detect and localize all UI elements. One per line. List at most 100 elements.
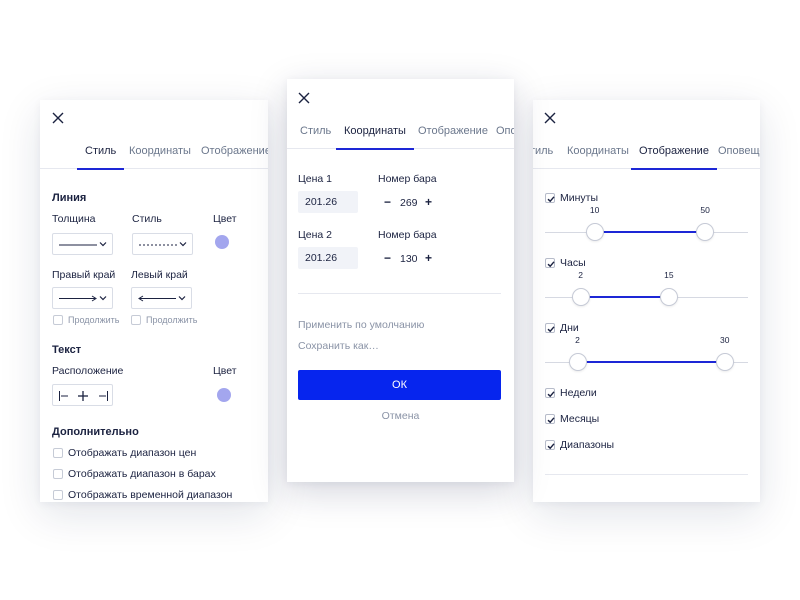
slider-max-handle[interactable] <box>696 223 715 241</box>
color-label: Цвет <box>213 213 237 225</box>
arrow-left-icon <box>138 295 176 302</box>
close-icon[interactable] <box>297 91 311 105</box>
solid-line-icon <box>59 244 97 246</box>
slider-fill <box>594 231 706 233</box>
price-2-input[interactable]: 201.26 <box>298 247 358 269</box>
tab-bar: Стиль Координаты Отображение <box>40 137 268 170</box>
slider-max-value: 50 <box>700 205 710 215</box>
tab-coordinates[interactable]: Координаты <box>567 137 629 169</box>
tab-style[interactable]: Стиль <box>533 137 553 169</box>
tab-bar: Стиль Координаты Отображение Опо <box>287 117 514 150</box>
chevron-down-icon <box>177 292 187 304</box>
tab-display[interactable]: Отображение <box>418 117 488 149</box>
slider-fill <box>580 296 669 298</box>
slider-max-value: 15 <box>664 270 674 280</box>
text-color-label: Цвет <box>213 365 237 377</box>
show-bar-range-checkbox[interactable] <box>53 469 63 479</box>
arrow-right-icon <box>59 295 97 302</box>
extend-left-checkbox[interactable] <box>131 315 141 325</box>
thickness-label: Толщина <box>52 213 96 225</box>
cancel-button[interactable]: Отмена <box>287 410 514 422</box>
months-checkbox[interactable] <box>545 414 555 424</box>
bar-2-decrement-button[interactable]: − <box>384 252 391 264</box>
bar-number-2-label: Номер бара <box>378 229 437 241</box>
days-checkbox[interactable] <box>545 323 555 333</box>
close-icon[interactable] <box>543 111 557 125</box>
slider-max-handle[interactable] <box>659 288 678 306</box>
price-1-label: Цена 1 <box>298 173 333 185</box>
ranges-label: Диапазоны <box>560 439 615 451</box>
slider-max-handle[interactable] <box>715 353 734 371</box>
align-center-icon[interactable] <box>77 390 89 402</box>
check-icon <box>546 415 556 425</box>
chevron-down-icon <box>98 238 108 250</box>
tab-bar: Стиль Координаты Отображение Оповещения <box>533 137 760 170</box>
apply-default-link[interactable]: Применить по умолчанию <box>298 319 424 331</box>
left-edge-dropdown[interactable] <box>131 287 192 309</box>
align-left-icon[interactable] <box>58 390 70 402</box>
weeks-label: Недели <box>560 387 597 399</box>
tab-coordinates[interactable]: Координаты <box>336 117 414 150</box>
text-position-label: Расположение <box>52 365 124 377</box>
chevron-down-icon <box>178 238 188 250</box>
bar-2-increment-button[interactable]: + <box>425 252 432 264</box>
tab-display[interactable]: Отображение <box>201 137 268 169</box>
bar-2-value[interactable]: 130 <box>400 253 418 265</box>
minutes-range-slider[interactable]: 10 50 <box>545 205 748 243</box>
save-as-link[interactable]: Сохранить как… <box>298 340 379 352</box>
tab-style[interactable]: Стиль <box>300 117 331 149</box>
slider-min-value: 10 <box>589 205 600 215</box>
right-edge-dropdown[interactable] <box>52 287 113 309</box>
minutes-label: Минуты <box>560 192 599 204</box>
bar-number-1-label: Номер бара <box>378 173 437 185</box>
show-price-range-label: Отображать диапазон цен <box>68 447 197 459</box>
slider-min-value: 2 <box>575 335 580 345</box>
hours-label: Часы <box>560 257 586 269</box>
slider-min-handle[interactable] <box>585 223 604 241</box>
tab-coordinates[interactable]: Координаты <box>129 137 191 169</box>
coordinates-settings-panel: Стиль Координаты Отображение Опо Цена 1 … <box>287 79 514 482</box>
show-time-range-checkbox[interactable] <box>53 490 63 500</box>
slider-min-value: 2 <box>578 270 583 280</box>
right-edge-label: Правый край <box>52 269 116 281</box>
bar-1-decrement-button[interactable]: − <box>384 196 391 208</box>
tab-alerts[interactable]: Оповещения <box>718 137 760 169</box>
bar-1-increment-button[interactable]: + <box>425 196 432 208</box>
tab-alerts[interactable]: Опо <box>496 117 514 149</box>
extend-right-checkbox[interactable] <box>53 315 63 325</box>
chevron-down-icon <box>98 292 108 304</box>
text-alignment-control[interactable] <box>52 384 113 406</box>
bar-1-value[interactable]: 269 <box>400 197 418 209</box>
ok-button[interactable]: ОК <box>298 370 501 400</box>
text-section-title: Текст <box>52 344 82 356</box>
show-time-range-label: Отображать временной диапазон <box>68 489 233 501</box>
close-icon[interactable] <box>51 111 65 125</box>
days-label: Дни <box>560 322 579 334</box>
dashed-line-icon <box>139 244 177 246</box>
ranges-checkbox[interactable] <box>545 440 555 450</box>
tab-style[interactable]: Стиль <box>76 137 125 170</box>
hours-checkbox[interactable] <box>545 258 555 268</box>
divider <box>545 474 748 475</box>
thickness-dropdown[interactable] <box>52 233 113 255</box>
months-label: Месяцы <box>560 413 600 425</box>
display-settings-panel: Стиль Координаты Отображение Оповещения … <box>533 100 760 502</box>
minutes-checkbox[interactable] <box>545 193 555 203</box>
align-right-icon[interactable] <box>97 390 109 402</box>
tab-display[interactable]: Отображение <box>631 137 717 170</box>
slider-min-handle[interactable] <box>568 353 587 371</box>
line-color-swatch[interactable] <box>215 235 229 249</box>
show-bar-range-label: Отображать диапазон в барах <box>68 468 216 480</box>
slider-min-handle[interactable] <box>571 288 590 306</box>
days-range-slider[interactable]: 2 30 <box>545 335 748 373</box>
price-1-input[interactable]: 201.26 <box>298 191 358 213</box>
style-settings-panel: Стиль Координаты Отображение Линия Толщи… <box>40 100 268 502</box>
text-color-swatch[interactable] <box>217 388 231 402</box>
extend-right-label: Продолжить <box>68 315 120 325</box>
price-2-label: Цена 2 <box>298 229 333 241</box>
show-price-range-checkbox[interactable] <box>53 448 63 458</box>
line-style-dropdown[interactable] <box>132 233 193 255</box>
hours-range-slider[interactable]: 2 15 <box>545 270 748 308</box>
check-icon <box>546 441 556 451</box>
weeks-checkbox[interactable] <box>545 388 555 398</box>
